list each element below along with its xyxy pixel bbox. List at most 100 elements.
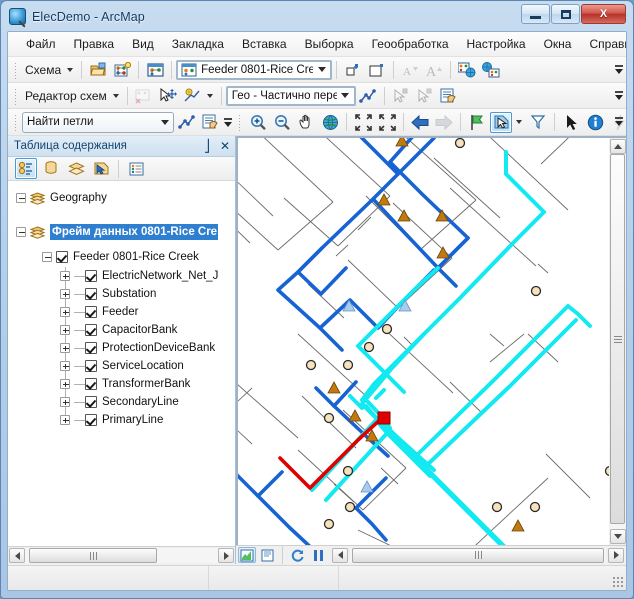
fixed-zoom-in-button[interactable] xyxy=(352,112,374,133)
map-vertical-scrollbar[interactable] xyxy=(609,136,626,545)
expander-plus-icon[interactable] xyxy=(60,343,70,353)
diagram-properties-button[interactable] xyxy=(144,59,166,80)
schematic-menu-label[interactable]: Схема xyxy=(22,63,64,77)
clear-diagram-button[interactable] xyxy=(133,85,155,106)
toc-checkbox-transformerbank[interactable] xyxy=(85,378,97,390)
identify-button[interactable] xyxy=(584,112,606,133)
clear-selection-button[interactable] xyxy=(527,112,549,133)
map-scroll-up-button[interactable] xyxy=(609,139,626,154)
list-by-selection-button[interactable] xyxy=(90,158,112,179)
toc-node-feeder-group[interactable]: Feeder 0801-Rice Creek xyxy=(42,247,235,267)
toc-layer-primaryline[interactable]: PrimaryLine xyxy=(60,411,235,429)
select-elements-button[interactable] xyxy=(560,112,582,133)
select-features-button[interactable] xyxy=(490,111,512,133)
apply-layout-button[interactable] xyxy=(357,85,379,106)
toc-checkbox-electricnetwork[interactable] xyxy=(85,270,97,282)
diagram-to-map-button[interactable] xyxy=(456,59,478,80)
toc-checkbox-protectiondevicebank[interactable] xyxy=(85,342,97,354)
toc-scroll-thumb[interactable] xyxy=(29,548,157,563)
diagram-select-combo[interactable]: Feeder 0801-Rice Cre xyxy=(176,59,333,80)
toc-checkbox-primaryline[interactable] xyxy=(85,414,97,426)
toc-options-button[interactable] xyxy=(125,158,147,179)
schematic-toolbar-overflow[interactable] xyxy=(613,59,625,80)
save-diagram-button[interactable] xyxy=(111,59,133,80)
toc-layer-capacitorbank[interactable]: CapacitorBank xyxy=(60,321,235,339)
chevron-down-icon[interactable] xyxy=(67,67,74,72)
expander-plus-icon[interactable] xyxy=(60,325,70,335)
toc-layer-servicelocation[interactable]: ServiceLocation xyxy=(60,357,235,375)
menu-insert[interactable]: Вставка xyxy=(234,34,295,54)
map-scroll-thumb[interactable] xyxy=(610,154,625,524)
toc-checkbox-servicelocation[interactable] xyxy=(85,360,97,372)
diagram-combo-arrow[interactable] xyxy=(313,62,330,78)
close-button[interactable]: X xyxy=(581,4,626,24)
menu-selection[interactable]: Выборка xyxy=(297,34,362,54)
decrease-font-button[interactable]: A xyxy=(399,59,421,80)
chevron-down-icon[interactable] xyxy=(516,120,522,124)
menu-bookmarks[interactable]: Закладка xyxy=(164,34,232,54)
layout-combo-arrow[interactable] xyxy=(337,88,354,104)
map-hscroll-track[interactable] xyxy=(350,547,606,563)
toc-tree[interactable]: Geography Фрейм данных 0801-Rice Cre Fee… xyxy=(8,181,235,546)
layout-view-button[interactable] xyxy=(258,547,276,563)
toc-checkbox-capacitorbank[interactable] xyxy=(85,324,97,336)
full-extent-button[interactable] xyxy=(319,112,341,133)
expander-plus-icon[interactable] xyxy=(60,415,70,425)
toc-node-dataframe[interactable]: Фрейм данных 0801-Rice Cre xyxy=(16,221,235,243)
toc-scroll-right-button[interactable] xyxy=(218,548,234,563)
go-back-extent-button[interactable] xyxy=(409,112,431,133)
close-icon[interactable]: ✕ xyxy=(215,140,235,152)
open-diagram-button[interactable] xyxy=(87,59,109,80)
toolbar-grip[interactable] xyxy=(13,60,19,79)
menu-edit[interactable]: Правка xyxy=(66,34,123,54)
trace-task-arrow[interactable] xyxy=(156,113,173,132)
toc-layer-electricnetwork[interactable]: ElectricNetwork_Net_J xyxy=(60,267,235,285)
tools-toolbar-overflow[interactable] xyxy=(613,111,625,132)
list-by-visibility-button[interactable] xyxy=(65,158,87,179)
zoom-in-button[interactable] xyxy=(247,112,269,133)
zoom-to-node-button[interactable] xyxy=(342,59,364,80)
toolbar-grip[interactable] xyxy=(13,86,19,105)
bookmarks-button[interactable] xyxy=(466,112,488,133)
menu-customize[interactable]: Настройка xyxy=(459,34,534,54)
map-hscroll-thumb[interactable] xyxy=(352,547,604,563)
trace-task-combo[interactable]: Найти петли xyxy=(22,111,174,133)
edit-vertex-button[interactable] xyxy=(181,85,203,106)
toc-layer-transformerbank[interactable]: TransformerBank xyxy=(60,375,235,393)
map-to-diagram-button[interactable] xyxy=(480,59,502,80)
map-scroll-down-button[interactable] xyxy=(609,529,626,544)
move-node-button[interactable] xyxy=(157,85,179,106)
menu-geoprocessing[interactable]: Геообработка xyxy=(364,34,457,54)
toc-checkbox-secondaryline[interactable] xyxy=(85,396,97,408)
data-view-button[interactable] xyxy=(238,547,256,563)
expander-plus-icon[interactable] xyxy=(60,289,70,299)
expander-plus-icon[interactable] xyxy=(60,307,70,317)
solve-trace-button[interactable] xyxy=(175,112,197,133)
expander-plus-icon[interactable] xyxy=(60,397,70,407)
fixed-zoom-out-button[interactable] xyxy=(376,112,398,133)
zoom-to-diagram-button[interactable] xyxy=(366,59,388,80)
toc-layer-substation[interactable]: Substation xyxy=(60,285,235,303)
list-by-source-button[interactable] xyxy=(40,158,62,179)
toc-checkbox-feeder[interactable] xyxy=(85,306,97,318)
expander-plus-icon[interactable] xyxy=(60,271,70,281)
toc-layer-feeder[interactable]: Feeder xyxy=(60,303,235,321)
toc-checkbox-feeder-group[interactable] xyxy=(56,251,68,263)
toc-scroll-track[interactable] xyxy=(25,548,218,563)
map-hscroll-right-button[interactable] xyxy=(608,547,624,563)
pin-icon[interactable]: ⎦ xyxy=(199,140,215,152)
menu-help[interactable]: Справка xyxy=(581,34,626,54)
pause-drawing-button[interactable] xyxy=(309,547,327,563)
map-hscroll-left-button[interactable] xyxy=(332,547,348,563)
go-forward-extent-button[interactable] xyxy=(433,112,455,133)
toolbar-grip[interactable] xyxy=(237,113,243,131)
toc-scroll-left-button[interactable] xyxy=(9,548,25,563)
expander-plus-icon[interactable] xyxy=(60,361,70,371)
trace-properties-button[interactable] xyxy=(199,112,221,133)
chevron-down-icon[interactable] xyxy=(112,93,119,98)
minimize-button[interactable] xyxy=(521,4,550,24)
menu-view[interactable]: Вид xyxy=(124,34,162,54)
toc-layer-secondaryline[interactable]: SecondaryLine xyxy=(60,393,235,411)
editor-menu-label[interactable]: Редактор схем xyxy=(22,89,110,103)
increase-font-button[interactable]: A xyxy=(423,59,445,80)
